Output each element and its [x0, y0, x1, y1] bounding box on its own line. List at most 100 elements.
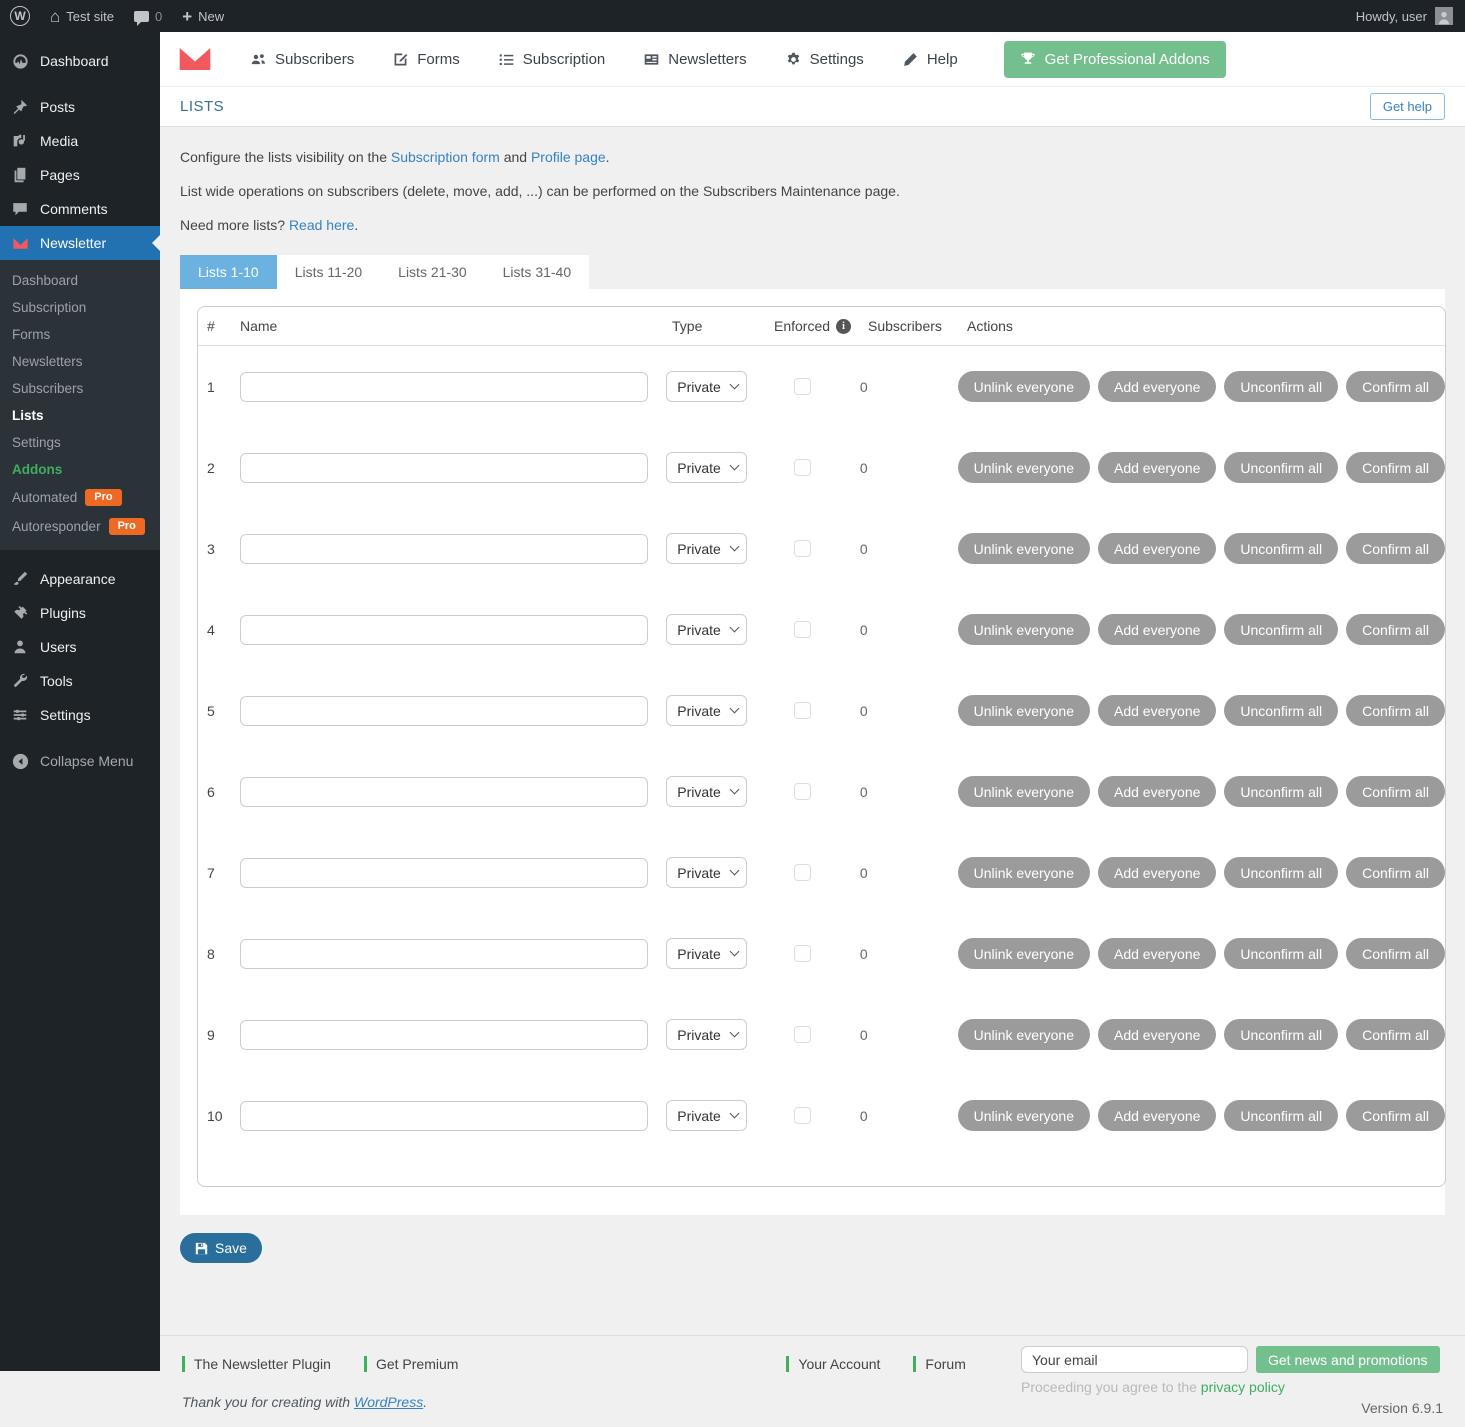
unconfirm-all-button[interactable]: Unconfirm all [1224, 1019, 1338, 1050]
confirm-all-button[interactable]: Confirm all [1346, 776, 1445, 807]
list-type-select[interactable]: Private [666, 857, 747, 888]
list-type-select-control[interactable]: Private [666, 1019, 747, 1050]
submenu-item-subscription[interactable]: Subscription [0, 294, 160, 321]
confirm-all-button[interactable]: Confirm all [1346, 1100, 1445, 1131]
submenu-item-forms[interactable]: Forms [0, 321, 160, 348]
enforced-checkbox[interactable] [794, 1026, 811, 1043]
add-everyone-button[interactable]: Add everyone [1098, 371, 1216, 402]
get-help-button[interactable]: Get help [1370, 93, 1445, 120]
list-name-input[interactable] [240, 534, 648, 564]
list-type-select-control[interactable]: Private [666, 1100, 747, 1131]
submenu-item-newsletters[interactable]: Newsletters [0, 348, 160, 375]
unconfirm-all-button[interactable]: Unconfirm all [1224, 695, 1338, 726]
info-icon[interactable]: i [836, 319, 851, 334]
submenu-item-lists[interactable]: Lists [0, 402, 160, 429]
confirm-all-button[interactable]: Confirm all [1346, 857, 1445, 888]
list-name-input[interactable] [240, 1020, 648, 1050]
sidebar-item-settings[interactable]: Settings [0, 698, 160, 732]
sidebar-item-pages[interactable]: Pages [0, 158, 160, 192]
submenu-item-addons[interactable]: Addons [0, 456, 160, 483]
list-type-select[interactable]: Private [666, 452, 747, 483]
unlink-everyone-button[interactable]: Unlink everyone [958, 857, 1090, 888]
enforced-checkbox[interactable] [794, 459, 811, 476]
enforced-checkbox[interactable] [794, 378, 811, 395]
enforced-checkbox[interactable] [794, 540, 811, 557]
unconfirm-all-button[interactable]: Unconfirm all [1224, 533, 1338, 564]
sidebar-item-newsletter[interactable]: Newsletter [0, 226, 160, 260]
confirm-all-button[interactable]: Confirm all [1346, 452, 1445, 483]
read-here-link[interactable]: Read here [289, 217, 354, 233]
add-everyone-button[interactable]: Add everyone [1098, 614, 1216, 645]
footer-link-get-premium[interactable]: Get Premium [364, 1356, 458, 1372]
list-name-input[interactable] [240, 615, 648, 645]
footer-link-newsletter-plugin[interactable]: The Newsletter Plugin [182, 1356, 331, 1372]
list-type-select-control[interactable]: Private [666, 371, 747, 402]
list-type-select[interactable]: Private [666, 938, 747, 969]
unconfirm-all-button[interactable]: Unconfirm all [1224, 452, 1338, 483]
add-everyone-button[interactable]: Add everyone [1098, 938, 1216, 969]
unlink-everyone-button[interactable]: Unlink everyone [958, 371, 1090, 402]
list-name-input[interactable] [240, 372, 648, 402]
unconfirm-all-button[interactable]: Unconfirm all [1224, 776, 1338, 807]
unlink-everyone-button[interactable]: Unlink everyone [958, 533, 1090, 564]
enforced-checkbox[interactable] [794, 945, 811, 962]
wp-logo-menu[interactable]: W [0, 0, 40, 32]
tab-lists-31-40[interactable]: Lists 31-40 [485, 255, 589, 289]
unlink-everyone-button[interactable]: Unlink everyone [958, 452, 1090, 483]
add-everyone-button[interactable]: Add everyone [1098, 695, 1216, 726]
sidebar-item-posts[interactable]: Posts [0, 90, 160, 124]
site-name-link[interactable]: ⌂ Test site [40, 0, 124, 32]
nav-item-newsletters[interactable]: Newsletters [643, 51, 746, 68]
list-name-input[interactable] [240, 939, 648, 969]
sidebar-item-dashboard[interactable]: Dashboard [0, 44, 160, 78]
confirm-all-button[interactable]: Confirm all [1346, 533, 1445, 564]
enforced-checkbox[interactable] [794, 621, 811, 638]
tab-lists-11-20[interactable]: Lists 11-20 [277, 255, 380, 289]
submenu-item-automated[interactable]: Automated Pro [0, 483, 160, 512]
unconfirm-all-button[interactable]: Unconfirm all [1224, 1100, 1338, 1131]
confirm-all-button[interactable]: Confirm all [1346, 695, 1445, 726]
enforced-checkbox[interactable] [794, 1107, 811, 1124]
submenu-item-dashboard[interactable]: Dashboard [0, 267, 160, 294]
sidebar-item-media[interactable]: Media [0, 124, 160, 158]
list-name-input[interactable] [240, 453, 648, 483]
list-type-select-control[interactable]: Private [666, 695, 747, 726]
unconfirm-all-button[interactable]: Unconfirm all [1224, 371, 1338, 402]
confirm-all-button[interactable]: Confirm all [1346, 1019, 1445, 1050]
unconfirm-all-button[interactable]: Unconfirm all [1224, 857, 1338, 888]
sidebar-item-tools[interactable]: Tools [0, 664, 160, 698]
list-type-select[interactable]: Private [666, 695, 747, 726]
save-button[interactable]: Save [180, 1233, 262, 1263]
list-type-select[interactable]: Private [666, 776, 747, 807]
email-input[interactable] [1021, 1346, 1248, 1373]
submenu-item-autoresponder[interactable]: Autoresponder Pro [0, 512, 160, 541]
privacy-policy-link[interactable]: privacy policy [1201, 1379, 1285, 1395]
comments-shortcut[interactable]: 0 [124, 0, 172, 32]
confirm-all-button[interactable]: Confirm all [1346, 371, 1445, 402]
new-content-menu[interactable]: + New [172, 0, 234, 32]
collapse-menu-button[interactable]: Collapse Menu [0, 744, 160, 778]
add-everyone-button[interactable]: Add everyone [1098, 1100, 1216, 1131]
unlink-everyone-button[interactable]: Unlink everyone [958, 776, 1090, 807]
tab-lists-21-30[interactable]: Lists 21-30 [380, 255, 484, 289]
list-type-select[interactable]: Private [666, 1100, 747, 1131]
list-type-select-control[interactable]: Private [666, 614, 747, 645]
unlink-everyone-button[interactable]: Unlink everyone [958, 695, 1090, 726]
add-everyone-button[interactable]: Add everyone [1098, 533, 1216, 564]
wordpress-link[interactable]: WordPress [354, 1394, 423, 1410]
unlink-everyone-button[interactable]: Unlink everyone [958, 614, 1090, 645]
unconfirm-all-button[interactable]: Unconfirm all [1224, 938, 1338, 969]
profile-page-link[interactable]: Profile page [531, 149, 606, 165]
nav-item-settings[interactable]: Settings [785, 51, 864, 68]
enforced-checkbox[interactable] [794, 783, 811, 800]
list-name-input[interactable] [240, 777, 648, 807]
add-everyone-button[interactable]: Add everyone [1098, 1019, 1216, 1050]
subscription-form-link[interactable]: Subscription form [391, 149, 500, 165]
get-news-button[interactable]: Get news and promotions [1256, 1346, 1440, 1373]
unlink-everyone-button[interactable]: Unlink everyone [958, 1100, 1090, 1131]
account-menu[interactable]: Howdy, user [1344, 7, 1465, 25]
confirm-all-button[interactable]: Confirm all [1346, 614, 1445, 645]
unlink-everyone-button[interactable]: Unlink everyone [958, 938, 1090, 969]
enforced-checkbox[interactable] [794, 864, 811, 881]
footer-link-your-account[interactable]: Your Account [786, 1356, 880, 1372]
